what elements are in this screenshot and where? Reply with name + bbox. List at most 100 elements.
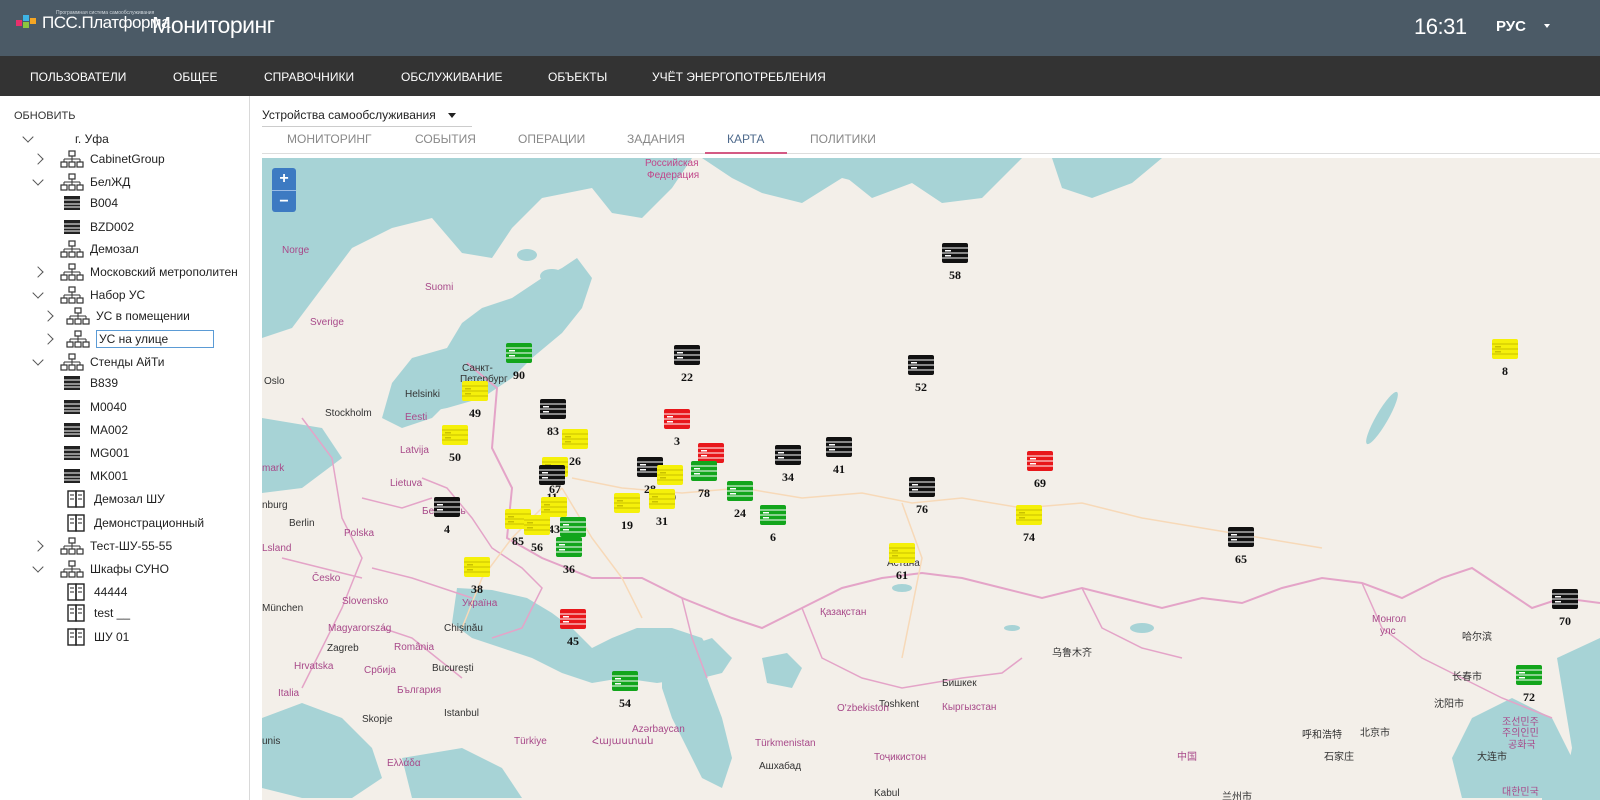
menu-item-general[interactable]: ОБЩЕЕ [173,70,217,84]
tree-node[interactable]: M0040 [0,396,249,418]
tree-node[interactable]: г. Уфа [0,128,249,150]
chevron-right-icon[interactable] [32,540,44,552]
tree-node[interactable]: 44444 [0,581,249,603]
atm-stack-icon [560,517,586,537]
refresh-button[interactable]: ОБНОВИТЬ [14,110,75,122]
tab-tasks[interactable]: ЗАДАНИЯ [627,132,685,146]
device-marker-green[interactable]: 24 [725,480,755,520]
tree-node[interactable]: БелЖД [0,171,249,193]
tree-node[interactable]: Демозал ШУ [0,488,249,510]
map-label: Eesti [405,412,428,423]
map-label: Stockholm [325,408,372,419]
chevron-down-icon[interactable] [32,287,44,299]
chevron-right-icon[interactable] [32,266,44,278]
device-icon [60,444,84,462]
device-marker-black[interactable]: 41 [824,436,854,476]
tree-node-rename-input[interactable]: УС на улице [96,330,214,348]
device-marker-black[interactable]: 83 [538,398,568,438]
device-marker-red[interactable]: 3 [662,408,692,448]
chevron-right-icon[interactable] [42,333,54,345]
device-marker-green[interactable]: 90 [504,342,534,382]
chevron-down-icon[interactable] [32,174,44,186]
atm-stack-icon [1516,665,1542,685]
chevron-right-icon[interactable] [32,153,44,165]
device-marker-id: 76 [916,502,928,516]
tree-node[interactable]: Тест-ШУ-55-55 [0,535,249,557]
tab-policies[interactable]: ПОЛИТИКИ [810,132,876,146]
device-marker-black[interactable]: 70 [1550,588,1580,628]
tree-node[interactable]: Московский метрополитен [0,261,249,283]
zoom-in-button[interactable]: + [272,168,296,190]
language-selector[interactable]: РУС [1496,18,1526,35]
device-marker-yellow[interactable]: 49 [460,380,490,420]
menu-item-maintenance[interactable]: ОБСЛУЖИВАНИЕ [401,70,502,84]
tree-node-label: BZD002 [90,220,135,234]
device-marker-yellow[interactable]: 19 [612,492,642,532]
device-marker-green[interactable]: 54 [610,670,640,710]
tree-node[interactable]: Шкафы СУНО [0,558,249,580]
tree-node[interactable]: B839 [0,372,249,394]
device-marker-black[interactable]: 4 [432,496,462,536]
chevron-down-icon[interactable] [22,131,34,143]
atm-stack-icon [560,609,586,629]
chevron-down-icon[interactable] [32,354,44,366]
tree-node[interactable]: ШУ 01 [0,626,249,648]
device-marker-green[interactable]: 72 [1514,664,1544,704]
menu-item-users[interactable]: ПОЛЬЗОВАТЕЛИ [30,70,126,84]
device-type-select[interactable]: Устройства самообслуживания [262,108,456,122]
device-marker-black[interactable]: 65 [1226,526,1256,566]
device-marker-yellow[interactable]: 8 [1490,338,1520,378]
tree-node[interactable]: УС в помещении [0,305,249,327]
device-marker-red[interactable]: 45 [558,608,588,648]
device-marker-green[interactable]: 36 [554,536,584,576]
device-marker-yellow[interactable]: 56 [522,514,552,554]
device-marker-green[interactable]: 78 [689,460,719,500]
chevron-right-icon[interactable] [42,310,54,322]
device-marker-id: 70 [1559,614,1571,628]
device-marker-green[interactable]: 6 [758,504,788,544]
tree-node-label: Демозал ШУ [94,492,165,506]
device-marker-yellow[interactable]: 74 [1014,504,1044,544]
tree-node[interactable]: MA002 [0,419,249,441]
device-marker-black[interactable]: 11 [537,464,567,504]
tree-node-label: MA002 [90,423,129,437]
tree-node[interactable]: MG001 [0,442,249,464]
device-marker-black[interactable]: 52 [906,354,936,394]
tree-node[interactable]: MK001 [0,465,249,487]
logo[interactable]: ПСС.Платформа Программная система самооб… [16,10,171,34]
tree-node[interactable]: УС на улице [0,328,249,350]
map-label: Sverige [310,317,344,328]
atm-stack-icon [760,505,786,525]
menu-item-references[interactable]: СПРАВОЧНИКИ [264,70,354,84]
cabinet-icon [64,604,88,622]
chevron-down-icon[interactable] [32,561,44,573]
caret-down-icon[interactable] [1544,24,1550,28]
zoom-out-button[interactable]: − [272,190,296,212]
tree-node[interactable]: Демонстрационный [0,512,249,534]
menu-item-objects[interactable]: ОБЪЕКТЫ [548,70,607,84]
map-view[interactable]: + − Российская Федерация Norge Suomi Sve… [262,158,1600,800]
tree-node[interactable]: Набор УС [0,284,249,306]
menu-item-energy[interactable]: УЧЁТ ЭНЕРГОПОТРЕБЛЕНИЯ [652,70,826,84]
tab-operations[interactable]: ОПЕРАЦИИ [518,132,585,146]
tree-node[interactable]: B004 [0,192,249,214]
tree-node[interactable]: Стенды АйТи [0,351,249,373]
device-marker-yellow[interactable]: 50 [440,424,470,464]
device-marker-yellow[interactable]: 31 [647,488,677,528]
tab-map[interactable]: КАРТА [727,132,764,146]
device-marker-black[interactable]: 22 [672,344,702,384]
map-label: Türkiye [514,736,547,747]
tree-node[interactable]: BZD002 [0,216,249,238]
device-marker-black[interactable]: 76 [907,476,937,516]
tab-monitoring[interactable]: МОНИТОРИНГ [287,132,372,146]
device-marker-black[interactable]: 58 [940,242,970,282]
tree-node[interactable]: test __ [0,602,249,624]
device-marker-black[interactable]: 34 [773,444,803,484]
device-marker-red[interactable]: 69 [1025,450,1055,490]
tree-node[interactable]: Демозал [0,238,249,260]
device-marker-yellow[interactable]: 61 [887,542,917,582]
map-label: 대한민국 [1502,787,1539,798]
tab-events[interactable]: СОБЫТИЯ [415,132,476,146]
device-marker-yellow[interactable]: 38 [462,556,492,596]
tree-node[interactable]: CabinetGroup [0,148,249,170]
